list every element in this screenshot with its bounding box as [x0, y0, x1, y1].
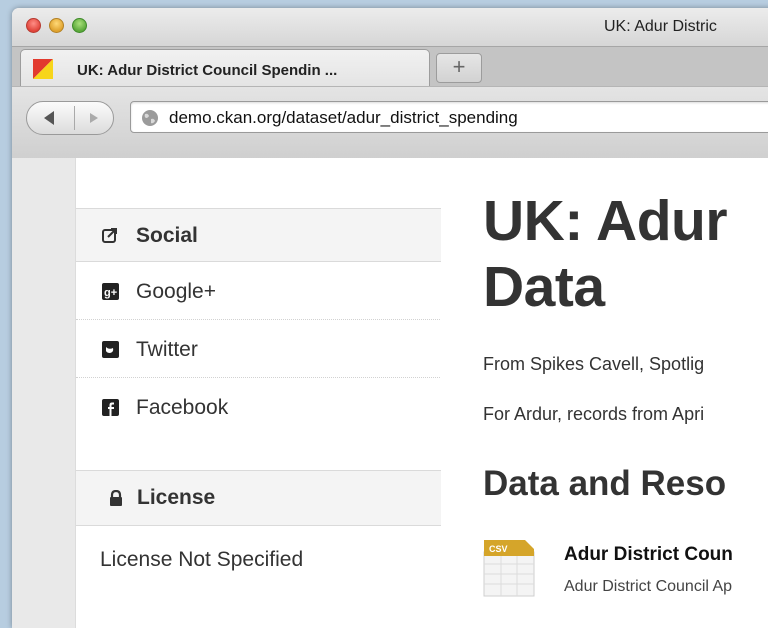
tab-label: UK: Adur District Council Spendin ...	[77, 62, 338, 79]
window-title: UK: Adur Distric	[604, 18, 717, 35]
social-item-twitter[interactable]: Twitter	[76, 320, 442, 378]
dataset-notes-line: For Ardur, records from Apri	[483, 404, 705, 424]
social-item-label: Twitter	[136, 338, 198, 361]
zoom-window-button[interactable]	[72, 18, 87, 33]
social-section-heading: Social	[76, 208, 442, 262]
license-heading-label: License	[137, 486, 216, 509]
new-tab-button[interactable]: +	[436, 53, 482, 83]
forward-arrow-icon	[90, 113, 98, 123]
lock-icon	[110, 490, 122, 506]
dataset-main: UK: Adur Data From Spikes Cavell, Spotli…	[441, 158, 768, 628]
social-item-google-plus[interactable]: g+ Google+	[76, 262, 442, 320]
close-window-button[interactable]	[26, 18, 41, 33]
facebook-icon	[102, 399, 119, 416]
resource-title-link[interactable]: Adur District Coun	[564, 544, 733, 566]
back-arrow-icon	[44, 111, 54, 125]
nav-divider	[74, 106, 75, 130]
title-bar: UK: Adur Distric	[12, 8, 768, 46]
google-plus-icon: g+	[102, 283, 119, 300]
social-heading-label: Social	[136, 224, 198, 247]
social-item-label: Google+	[136, 280, 216, 303]
address-bar[interactable]: demo.ckan.org/dataset/adur_district_spen…	[130, 101, 768, 133]
csv-file-icon: CSV	[483, 540, 535, 597]
social-item-label: Facebook	[136, 396, 229, 419]
page-content: Social g+ Google+ Twitter Facebook Licen…	[12, 158, 768, 628]
svg-text:g+: g+	[104, 287, 117, 299]
page-title: UK: Adur Data	[483, 189, 728, 319]
sidebar: Social g+ Google+ Twitter Facebook Licen…	[75, 158, 443, 628]
csv-format-label: CSV	[489, 544, 508, 554]
back-button[interactable]	[27, 102, 73, 134]
license-value[interactable]: License Not Specified	[100, 548, 303, 572]
tab-strip: UK: Adur District Council Spendin ... +	[12, 46, 768, 87]
license-section-heading: License	[76, 470, 442, 526]
tab-active[interactable]: UK: Adur District Council Spendin ...	[20, 49, 430, 87]
resource-description: Adur District Council Ap	[564, 578, 733, 595]
browser-toolbar: demo.ckan.org/dataset/adur_district_spen…	[12, 86, 768, 160]
resources-heading: Data and Reso	[483, 464, 727, 503]
navigation-buttons	[26, 101, 114, 135]
twitter-icon	[102, 341, 119, 358]
forward-button[interactable]	[77, 102, 111, 134]
dataset-notes-line: From Spikes Cavell, Spotlig	[483, 354, 705, 374]
share-icon	[102, 228, 117, 243]
url-text: demo.ckan.org/dataset/adur_district_spen…	[169, 108, 518, 127]
minimize-window-button[interactable]	[49, 18, 64, 33]
social-item-facebook[interactable]: Facebook	[76, 378, 442, 436]
globe-icon	[142, 110, 158, 126]
ckan-favicon-icon	[33, 59, 53, 79]
browser-window: UK: Adur Distric UK: Adur District Counc…	[12, 8, 768, 628]
